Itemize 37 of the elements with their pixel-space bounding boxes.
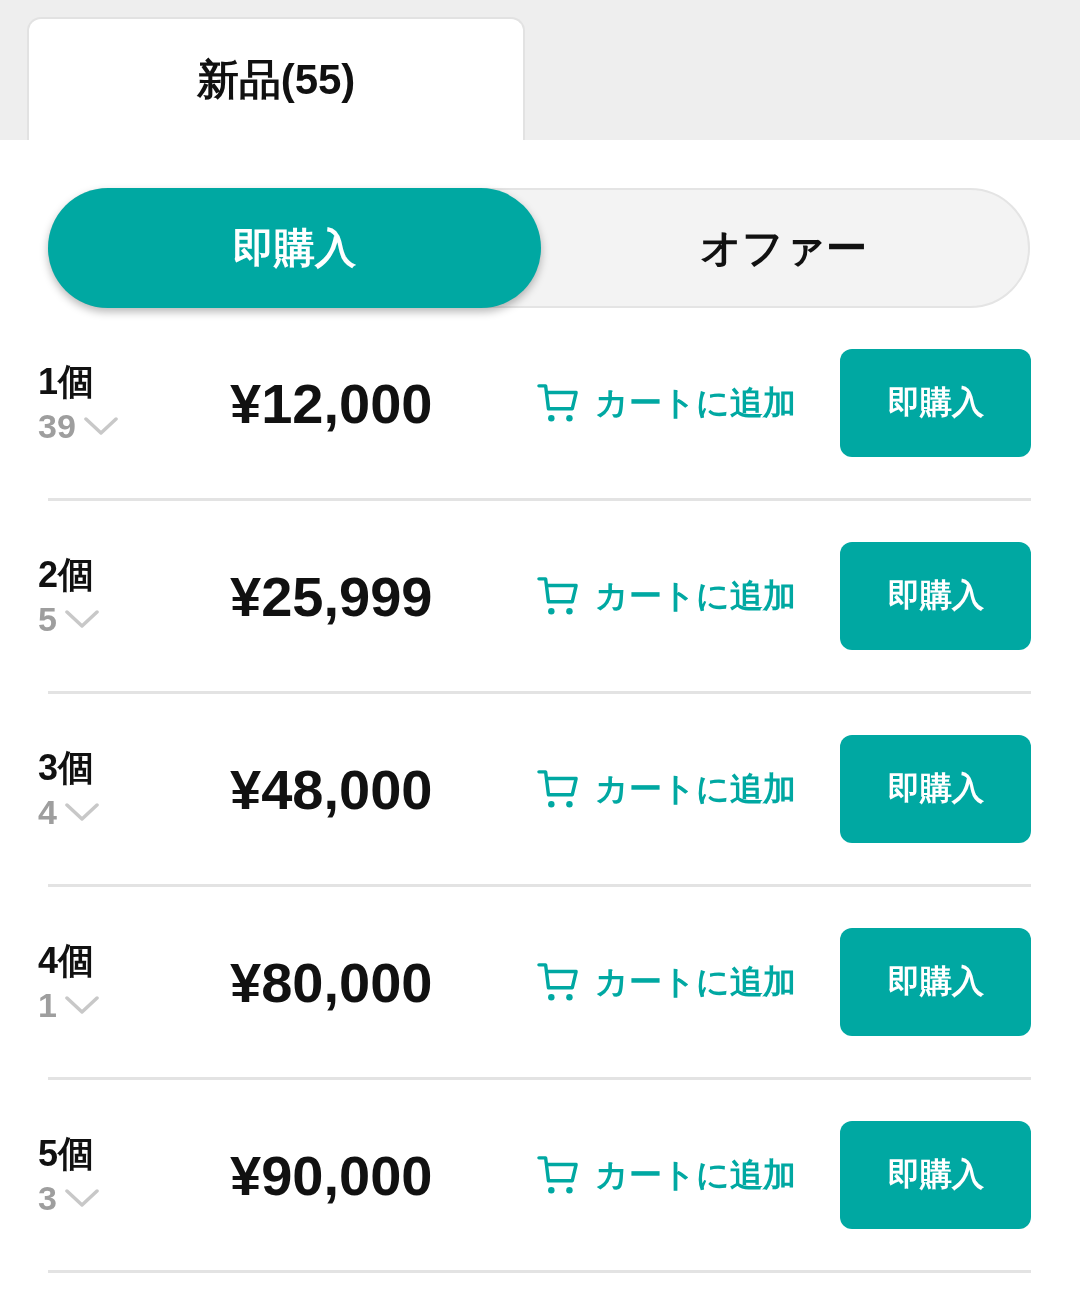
- cart-icon: [537, 383, 579, 423]
- buy-now-button[interactable]: 即購入: [840, 349, 1031, 457]
- buy-now-button[interactable]: 即購入: [840, 735, 1031, 843]
- count-dropdown[interactable]: 5: [38, 598, 99, 640]
- cart-icon: [537, 576, 579, 616]
- buy-now-button[interactable]: 即購入: [840, 1121, 1031, 1229]
- count-dropdown[interactable]: 39: [38, 405, 118, 447]
- count-dropdown[interactable]: 4: [38, 791, 99, 833]
- price: ¥12,000: [230, 370, 434, 436]
- chevron-down-icon: [64, 803, 99, 821]
- cart-icon: [537, 769, 579, 809]
- quantity-label: 1個: [38, 360, 95, 404]
- count-dropdown[interactable]: 1: [38, 984, 99, 1026]
- quantity-label: 3個: [38, 746, 95, 790]
- cart-icon: [537, 1155, 579, 1195]
- quantity-label: 5個: [38, 1132, 95, 1176]
- cart-icon: [537, 962, 579, 1002]
- quantity-label: 4個: [38, 939, 95, 983]
- chevron-down-icon: [64, 996, 99, 1014]
- add-to-cart-button[interactable]: カートに追加: [537, 766, 796, 812]
- buy-now-button[interactable]: 即購入: [840, 928, 1031, 1036]
- add-to-cart-button[interactable]: カートに追加: [537, 380, 796, 426]
- price: ¥80,000: [230, 949, 434, 1015]
- chevron-down-icon: [64, 1189, 99, 1207]
- quantity-label: 2個: [38, 553, 95, 597]
- chevron-down-icon: [83, 417, 118, 435]
- buy-now-button[interactable]: 即購入: [840, 542, 1031, 650]
- add-to-cart-button[interactable]: カートに追加: [537, 573, 796, 619]
- price: ¥90,000: [230, 1142, 434, 1208]
- count-dropdown[interactable]: 3: [38, 1177, 99, 1219]
- price: ¥48,000: [230, 756, 434, 822]
- category-tab[interactable]: 新品(55): [27, 17, 525, 140]
- price: ¥25,999: [230, 563, 434, 629]
- chevron-down-icon: [64, 610, 99, 628]
- mode-option[interactable]: 即購入: [48, 188, 541, 308]
- add-to-cart-button[interactable]: カートに追加: [537, 1152, 796, 1198]
- add-to-cart-button[interactable]: カートに追加: [537, 959, 796, 1005]
